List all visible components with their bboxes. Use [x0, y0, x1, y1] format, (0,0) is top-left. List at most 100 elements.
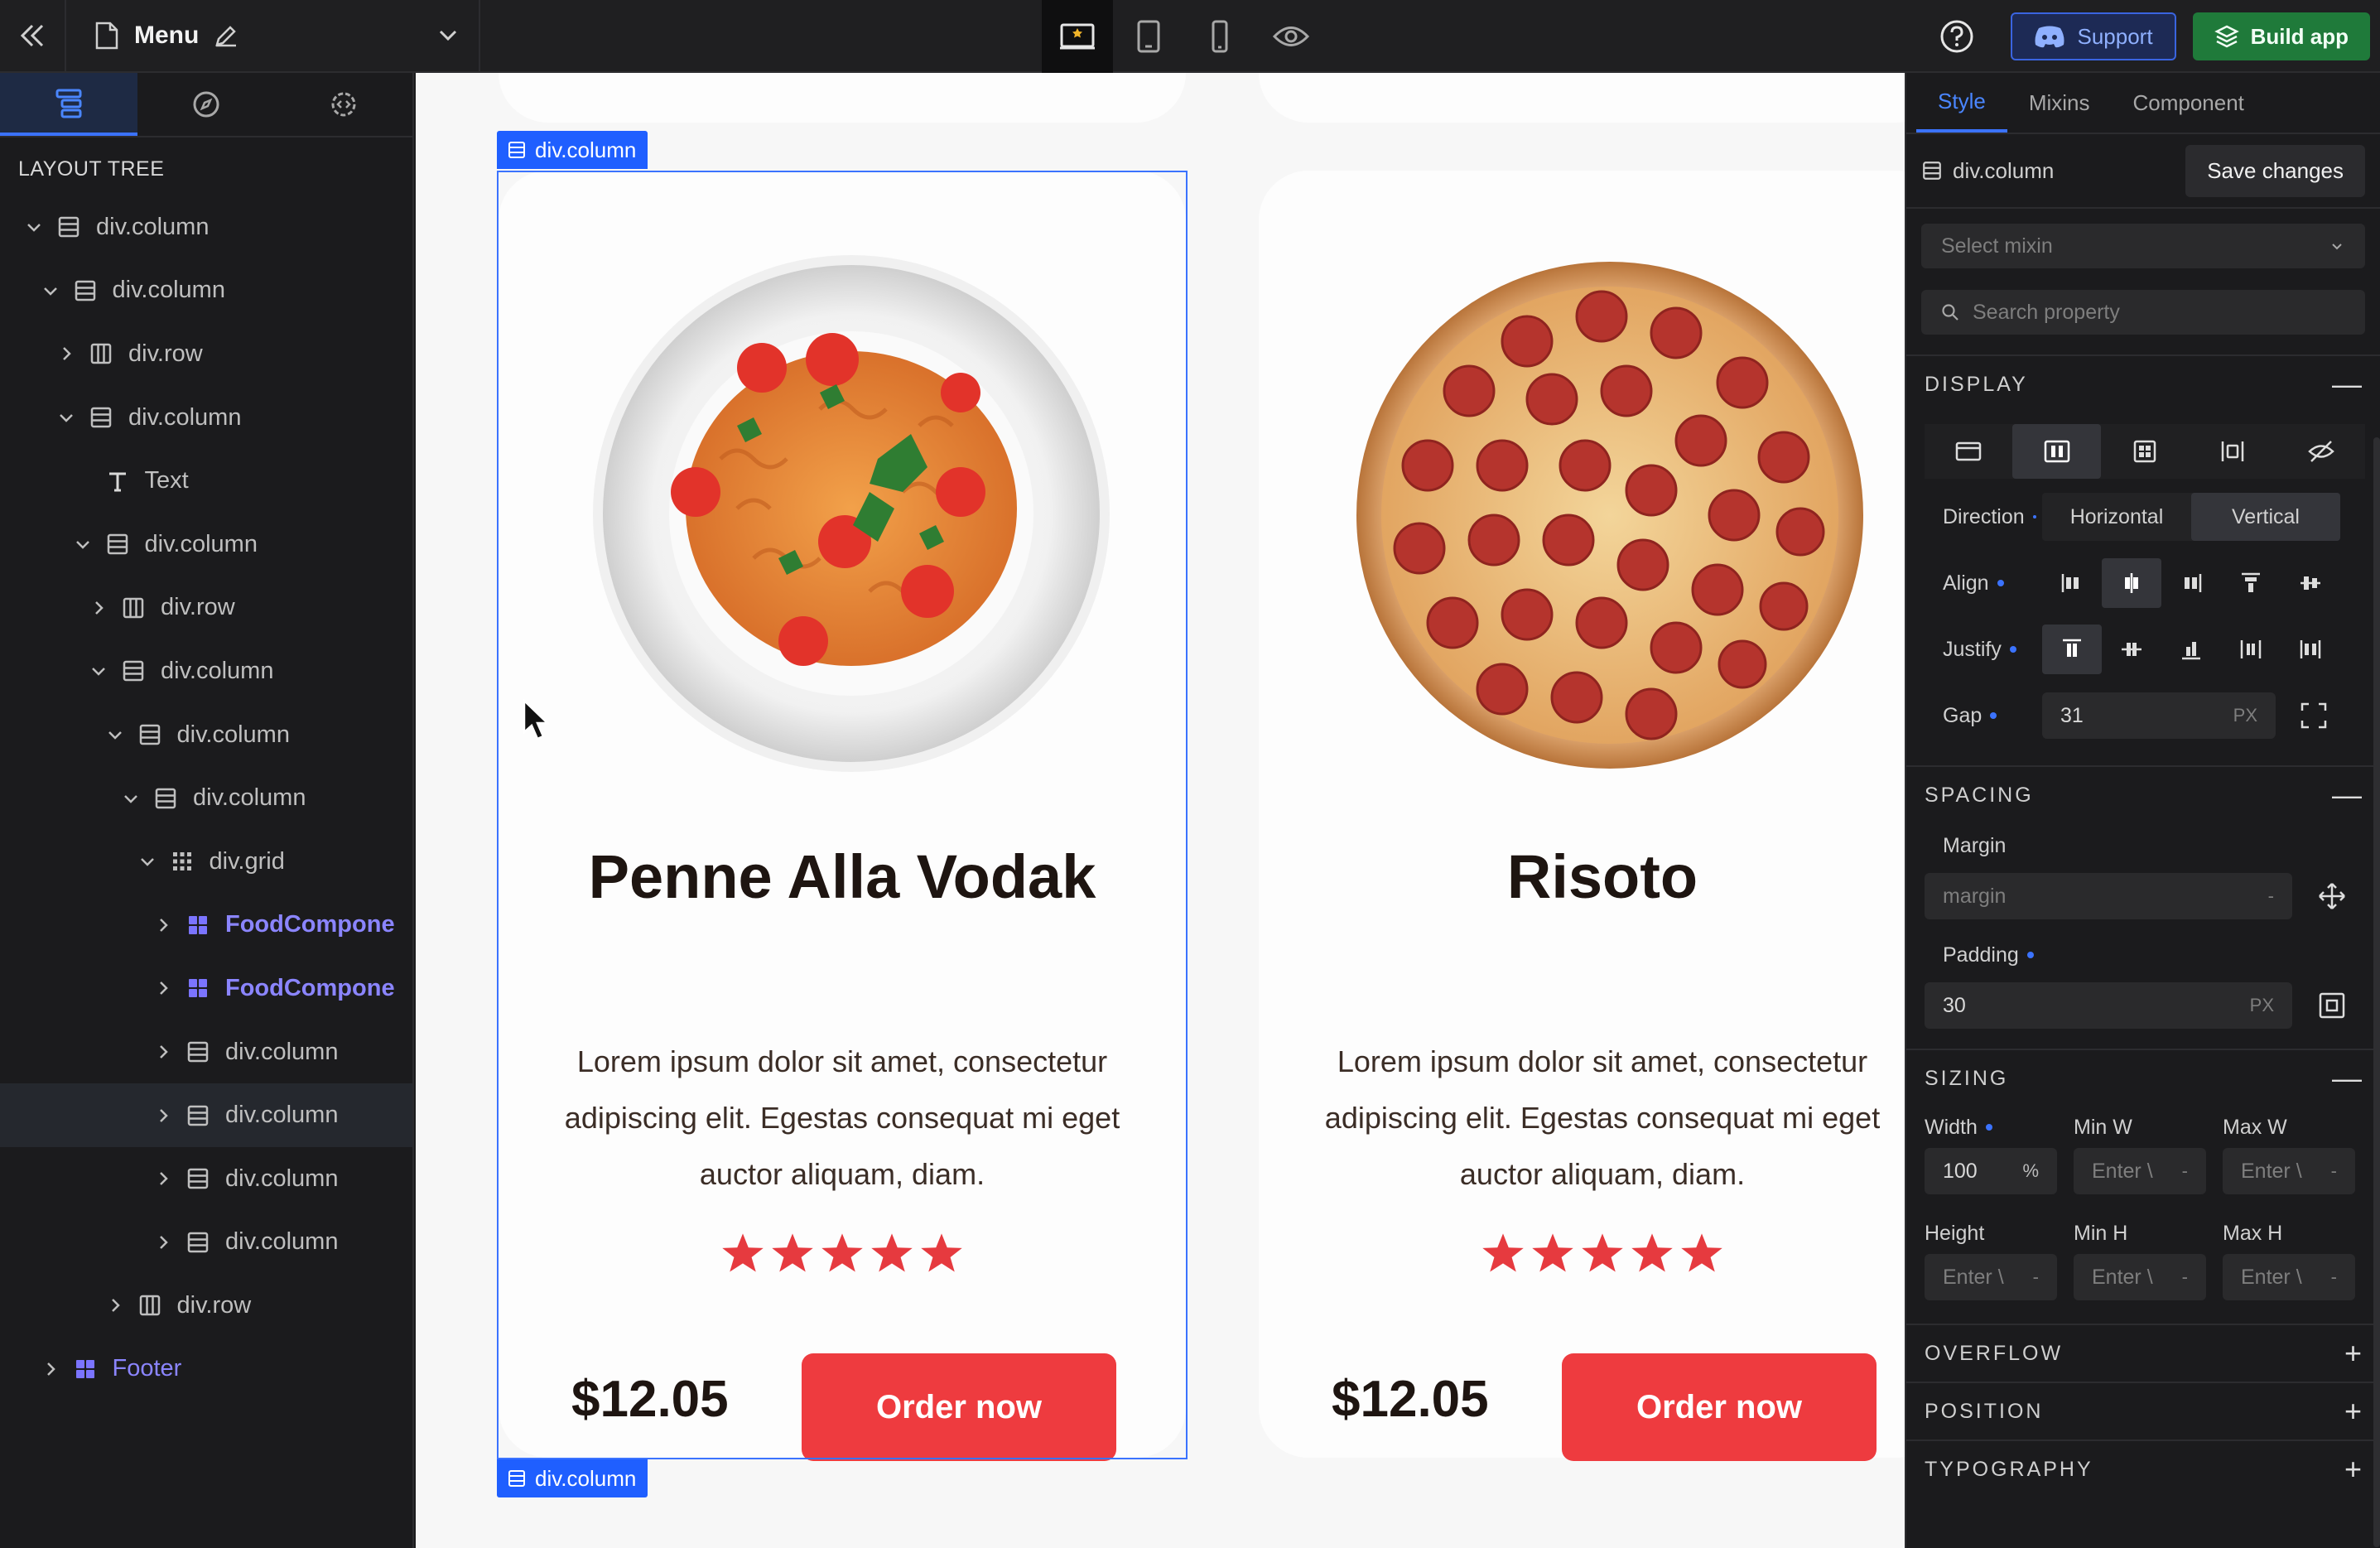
- tree-node[interactable]: div.column: [0, 639, 412, 703]
- max-height-input[interactable]: Enter \ -: [2223, 1254, 2355, 1300]
- collapse-icon[interactable]: —: [2332, 778, 2362, 813]
- tree-node[interactable]: FoodCompone: [0, 894, 412, 957]
- tree-node[interactable]: div.row: [0, 1274, 412, 1338]
- tree-node[interactable]: div.column: [0, 766, 412, 830]
- chevron-down-icon[interactable]: [55, 407, 77, 428]
- food-card[interactable]: Penne Alla Vodak Lorem ipsum dolor sit a…: [499, 171, 1186, 1461]
- chevron-right-icon[interactable]: [152, 1168, 174, 1189]
- food-card[interactable]: Risoto Lorem ipsum dolor sit amet, conse…: [1259, 171, 1905, 1461]
- tree-node[interactable]: div.column: [0, 703, 412, 767]
- tree-node[interactable]: Footer: [0, 1338, 412, 1401]
- design-canvas[interactable]: div.column Penne Alla Vodak Lorem ipsum …: [416, 73, 1905, 1548]
- chevron-down-icon[interactable]: [88, 660, 109, 682]
- unit-dash[interactable]: -: [2033, 1266, 2039, 1288]
- gap-input[interactable]: 31 PX: [2042, 692, 2276, 739]
- edit-icon[interactable]: [214, 23, 238, 48]
- chevron-right-icon[interactable]: [152, 914, 174, 936]
- selection-label-top[interactable]: div.column: [497, 131, 648, 169]
- page-selector[interactable]: Menu: [66, 0, 480, 72]
- expand-gap-icon[interactable]: [2299, 701, 2329, 731]
- desktop-view-button[interactable]: [1042, 0, 1113, 73]
- chevron-down-icon[interactable]: [120, 788, 142, 809]
- chevron-down-icon[interactable]: [72, 533, 94, 555]
- tree-node[interactable]: Text: [0, 449, 412, 513]
- display-none-button[interactable]: [2277, 424, 2365, 479]
- justify-end-button[interactable]: [2161, 625, 2221, 674]
- collapse-back-button[interactable]: [0, 0, 66, 72]
- collapse-icon[interactable]: —: [2332, 367, 2362, 402]
- justify-between-button[interactable]: [2221, 625, 2281, 674]
- tree-node[interactable]: div.row: [0, 322, 412, 386]
- chevron-down-icon[interactable]: [40, 280, 61, 301]
- direction-vertical[interactable]: Vertical: [2191, 493, 2340, 541]
- select-mixin-dropdown[interactable]: Select mixin: [1921, 224, 2365, 268]
- align-start-button[interactable]: [2042, 558, 2102, 608]
- padding-sides-icon[interactable]: [2317, 991, 2347, 1020]
- search-property-input[interactable]: Search property: [1921, 290, 2365, 335]
- chevron-down-icon[interactable]: [23, 216, 45, 238]
- tree-node[interactable]: div.column: [0, 1020, 412, 1084]
- expand-icon[interactable]: +: [2344, 1394, 2362, 1429]
- chevron-right-icon[interactable]: [55, 343, 77, 364]
- tab-style[interactable]: Style: [1916, 73, 2007, 133]
- tree-node[interactable]: div.column: [0, 1211, 412, 1275]
- tree-node[interactable]: div.column: [0, 513, 412, 576]
- unit-dash[interactable]: -: [2182, 1266, 2188, 1288]
- chevron-down-icon[interactable]: [104, 724, 126, 745]
- display-block-button[interactable]: [1925, 424, 2012, 479]
- chevron-right-icon[interactable]: [88, 597, 109, 619]
- selection-label-bottom[interactable]: div.column: [497, 1459, 648, 1497]
- chevron-right-icon[interactable]: [152, 1232, 174, 1253]
- preview-button[interactable]: [1255, 0, 1327, 73]
- chevron-right-icon[interactable]: [40, 1358, 61, 1380]
- margin-unit-dash[interactable]: -: [2268, 885, 2274, 907]
- align-baseline-button[interactable]: [2281, 558, 2340, 608]
- unit-dash[interactable]: -: [2331, 1266, 2337, 1288]
- chevron-down-icon[interactable]: [137, 851, 158, 872]
- tab-mixins[interactable]: Mixins: [2007, 73, 2112, 133]
- expand-icon[interactable]: +: [2344, 1336, 2362, 1371]
- align-top-button[interactable]: [2221, 558, 2281, 608]
- tablet-view-button[interactable]: [1113, 0, 1184, 73]
- padding-unit[interactable]: PX: [2250, 995, 2274, 1016]
- position-section-header[interactable]: POSITION +: [1906, 1382, 2380, 1439]
- justify-center-button[interactable]: [2102, 625, 2161, 674]
- direction-horizontal[interactable]: Horizontal: [2042, 493, 2191, 541]
- justify-around-button[interactable]: [2281, 625, 2340, 674]
- height-input[interactable]: Enter \ -: [1925, 1254, 2057, 1300]
- save-changes-button[interactable]: Save changes: [2185, 144, 2365, 197]
- chevron-right-icon[interactable]: [152, 1105, 174, 1126]
- build-app-button[interactable]: Build app: [2192, 12, 2370, 60]
- expand-icon[interactable]: +: [2344, 1452, 2362, 1487]
- unit-dash[interactable]: -: [2182, 1160, 2188, 1182]
- tree-node[interactable]: div.column: [0, 386, 412, 450]
- tree-node[interactable]: FoodCompone: [0, 957, 412, 1020]
- padding-input[interactable]: 30 PX: [1925, 982, 2292, 1029]
- display-section-header[interactable]: DISPLAY —: [1906, 354, 2380, 412]
- tree-node[interactable]: div.column: [0, 1147, 412, 1211]
- min-height-input[interactable]: Enter \ -: [2074, 1254, 2206, 1300]
- margin-input[interactable]: margin -: [1925, 873, 2292, 919]
- collapse-icon[interactable]: —: [2332, 1061, 2362, 1096]
- tree-node[interactable]: div.column: [0, 1083, 412, 1147]
- chevron-down-icon[interactable]: [436, 22, 460, 47]
- chevron-right-icon[interactable]: [152, 1041, 174, 1063]
- align-center-button[interactable]: [2102, 558, 2161, 608]
- width-unit[interactable]: %: [2022, 1160, 2039, 1182]
- max-width-input[interactable]: Enter \ -: [2223, 1148, 2355, 1194]
- move-icon[interactable]: [2317, 881, 2347, 911]
- tab-layers[interactable]: [0, 73, 137, 136]
- spacing-section-header[interactable]: SPACING —: [1906, 765, 2380, 823]
- chevron-right-icon[interactable]: [104, 1295, 126, 1316]
- tab-code[interactable]: [275, 73, 412, 136]
- align-end-button[interactable]: [2161, 558, 2221, 608]
- gap-unit[interactable]: PX: [2233, 705, 2257, 726]
- order-now-button[interactable]: Order now: [1562, 1353, 1877, 1461]
- tree-node[interactable]: div.column: [0, 259, 412, 323]
- style-panel-scrollbar[interactable]: [2373, 437, 2380, 1547]
- tree-node[interactable]: div.column: [0, 195, 412, 259]
- chevron-right-icon[interactable]: [152, 977, 174, 999]
- display-flex-button[interactable]: [2012, 424, 2101, 479]
- tree-node[interactable]: div.row: [0, 576, 412, 640]
- tab-navigator[interactable]: [137, 73, 275, 136]
